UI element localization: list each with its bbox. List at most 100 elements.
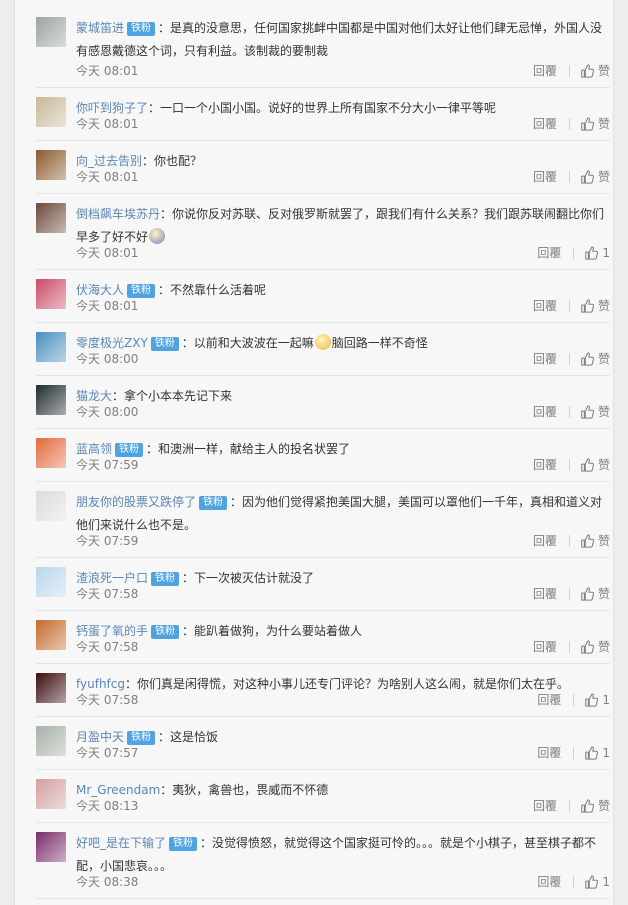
comment-time: 今天 07:58 [76, 693, 139, 707]
like-button[interactable]: 1 [584, 741, 610, 765]
like-button[interactable]: 1 [584, 688, 610, 712]
avatar[interactable] [36, 567, 66, 597]
comment-panel: 蒙城笛进 铁粉 ：是真的没意思，任何国家挑衅中国都是中国对他们太好让他们肆无忌惮，外… [14, 0, 614, 905]
username-link[interactable]: 朋友你的股票又跌停了 [76, 495, 196, 509]
thumbs-up-icon [581, 352, 594, 366]
like-button[interactable]: 赞 [580, 453, 610, 477]
avatar[interactable] [36, 332, 66, 362]
like-button[interactable]: 赞 [580, 294, 610, 318]
like-button[interactable]: 赞 [580, 165, 610, 189]
avatar[interactable] [36, 385, 66, 415]
action-divider [573, 876, 575, 888]
comment-actions: 回覆 赞 [533, 165, 610, 189]
avatar[interactable] [36, 491, 66, 521]
reply-button[interactable]: 回覆 [533, 294, 557, 318]
comment-item: 钙蛋了氧的手 铁粉 ：能趴着做狗，为什么要站着做人 今天 07:58 回覆赞 [36, 611, 610, 664]
avatar[interactable] [36, 620, 66, 650]
like-button[interactable]: 1 [584, 870, 610, 894]
comment-actions: 回覆 赞 [533, 529, 610, 553]
thumbs-up-icon [581, 170, 594, 184]
fan-badge: 铁粉 [169, 837, 198, 851]
comment-time: 今天 07:58 [76, 587, 139, 601]
thumbs-up-icon [585, 246, 599, 260]
like-button[interactable]: 赞 [580, 347, 610, 371]
action-divider [568, 641, 570, 653]
avatar[interactable] [36, 438, 66, 468]
like-button[interactable]: 赞 [580, 529, 610, 553]
reply-button[interactable]: 回覆 [533, 59, 557, 83]
comment-item: 伏海大人 铁粉 ：不然靠什么活着呢 今天 08:01 回覆赞 [36, 270, 610, 323]
thumbs-up-icon [581, 587, 594, 601]
reply-button[interactable]: 回覆 [533, 794, 557, 818]
avatar[interactable] [36, 779, 66, 809]
like-button[interactable]: 1 [584, 241, 610, 265]
avatar[interactable] [36, 673, 66, 703]
like-button[interactable]: 赞 [580, 635, 610, 659]
comment-item: 猫龙大：拿个小本本先记下来 今天 08:00 回覆赞 [36, 376, 610, 429]
reply-button[interactable]: 回覆 [537, 241, 561, 265]
comment-item: 朋友你的股票又跌停了 铁粉 ：因为他们觉得紧抱美国大腿，美国可以罩他们一千年，真相和… [36, 482, 610, 558]
like-count: 1 [602, 746, 610, 760]
action-divider [573, 694, 575, 706]
like-count: 1 [602, 875, 610, 889]
comment-item: 蓝高领 铁粉 ：和澳洲一样，献给主人的投名状罢了 今天 07:59 回覆赞 [36, 429, 610, 482]
comment-actions: 回覆 1 [537, 688, 610, 712]
like-count: 赞 [597, 534, 610, 548]
thumbs-up-icon [581, 799, 594, 813]
reply-button[interactable]: 回覆 [533, 582, 557, 606]
like-button[interactable]: 赞 [580, 112, 610, 136]
reply-button[interactable]: 回覆 [533, 453, 557, 477]
reply-button[interactable]: 回覆 [533, 635, 557, 659]
reply-button[interactable]: 回覆 [533, 400, 557, 424]
action-divider [568, 118, 570, 130]
avatar[interactable] [36, 17, 66, 47]
reply-button[interactable]: 回覆 [537, 741, 561, 765]
reply-button[interactable]: 回覆 [537, 870, 561, 894]
like-count: 赞 [597, 587, 610, 601]
comment-time: 今天 07:59 [76, 458, 139, 472]
comment-item: 向_过去告别：你也配？ 今天 08:01 回覆赞 [36, 141, 610, 194]
like-button[interactable]: 赞 [580, 794, 610, 818]
avatar[interactable] [36, 726, 66, 756]
comment-time: 今天 08:01 [76, 299, 139, 313]
avatar[interactable] [36, 832, 66, 862]
comment-actions: 回覆 赞 [533, 794, 610, 818]
comment-actions: 回覆 赞 [533, 635, 610, 659]
like-count: 赞 [597, 64, 610, 78]
username-link[interactable]: 倒档飙车埃苏丹 [76, 207, 160, 221]
avatar[interactable] [36, 97, 66, 127]
avatar[interactable] [36, 203, 66, 233]
comment-actions: 回覆 1 [537, 741, 610, 765]
comment-actions: 回覆 赞 [533, 294, 610, 318]
reply-button[interactable]: 回覆 [533, 347, 557, 371]
action-divider [568, 588, 570, 600]
reply-button[interactable]: 回覆 [533, 165, 557, 189]
comment-item: 月盈中天 铁粉 ：这是恰饭 今天 07:57 回覆 1 [36, 717, 610, 770]
comment-actions: 回覆 赞 [533, 59, 610, 83]
comment-time: 今天 08:01 [76, 64, 139, 78]
like-count: 1 [602, 246, 610, 260]
like-count: 赞 [597, 170, 610, 184]
username-link[interactable]: 蒙城笛进 [76, 21, 124, 35]
comment-time: 今天 08:00 [76, 405, 139, 419]
reply-button[interactable]: 回覆 [533, 529, 557, 553]
like-button[interactable]: 赞 [580, 582, 610, 606]
comment-time: 今天 08:13 [76, 799, 139, 813]
avatar[interactable] [36, 150, 66, 180]
action-divider [568, 353, 570, 365]
like-count: 赞 [597, 405, 610, 419]
thumbs-up-icon [581, 117, 594, 131]
like-button[interactable]: 赞 [580, 400, 610, 424]
reply-button[interactable]: 回覆 [537, 688, 561, 712]
action-divider [568, 406, 570, 418]
avatar[interactable] [36, 279, 66, 309]
reply-button[interactable]: 回覆 [533, 112, 557, 136]
comment-list: 蒙城笛进 铁粉 ：是真的没意思，任何国家挑衅中国都是中国对他们太好让他们肆无忌惮，外… [36, 8, 610, 899]
action-divider [573, 747, 575, 759]
like-count: 赞 [597, 117, 610, 131]
username-link[interactable]: 好吧_是在下输了 [76, 836, 166, 850]
like-count: 赞 [597, 640, 610, 654]
like-count: 赞 [597, 799, 610, 813]
like-button[interactable]: 赞 [580, 59, 610, 83]
action-divider [568, 300, 570, 312]
